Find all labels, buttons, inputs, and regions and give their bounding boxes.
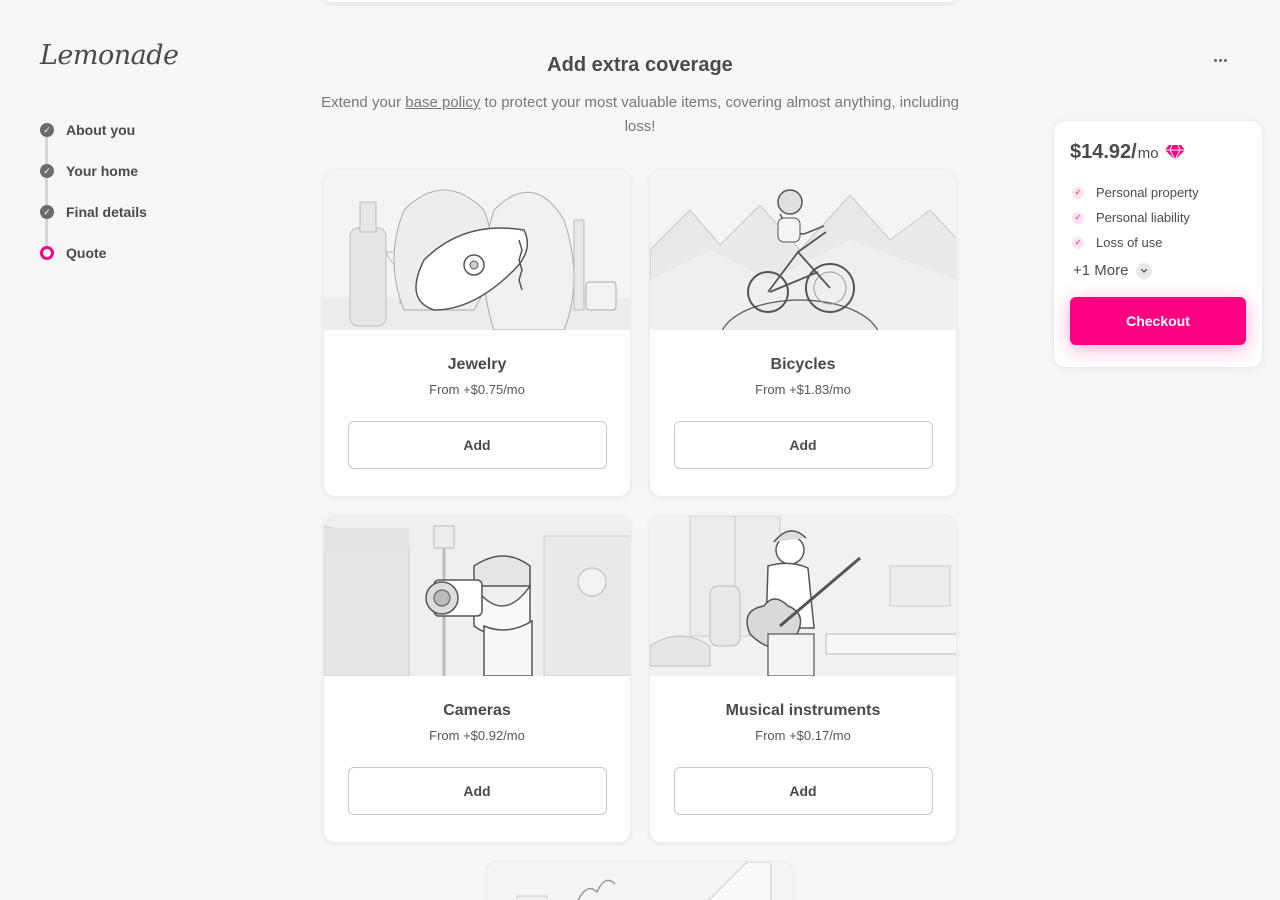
chevron-down-icon: [1136, 262, 1153, 279]
coverage-item: ✓ Personal property: [1070, 180, 1246, 205]
coverage-list: ✓ Personal property ✓ Personal liability…: [1070, 180, 1246, 255]
coverage-grid: Jewelry From +$0.75/mo Add Bicycles From…: [323, 169, 957, 843]
check-icon: ✓: [1072, 236, 1084, 249]
base-policy-link[interactable]: base policy: [405, 94, 480, 111]
plant-illustration: [487, 862, 793, 900]
coverage-item-label: Personal property: [1096, 185, 1199, 200]
add-musical-instruments-button[interactable]: Add: [673, 767, 933, 815]
more-label: +1 More: [1073, 262, 1129, 279]
add-bicycles-button[interactable]: Add: [673, 421, 933, 469]
quote-period: mo: [1137, 145, 1159, 162]
diamond-icon: [1164, 144, 1185, 160]
card-title: Jewelry: [447, 356, 507, 373]
step-your-home[interactable]: ✓ Your home: [40, 159, 147, 200]
card-price: From +$0.92/mo: [429, 728, 525, 743]
bicycle-illustration: [650, 170, 956, 330]
add-jewelry-button[interactable]: Add: [347, 421, 607, 469]
subtitle-text: to protect your most valuable items, cov…: [480, 94, 959, 135]
page-title: Add extra coverage: [547, 54, 733, 76]
previous-card-edge: [322, 0, 958, 2]
step-final-details[interactable]: ✓ Final details: [40, 200, 147, 241]
coverage-card-bicycles: Bicycles From +$1.83/mo Add: [649, 169, 957, 497]
card-price: From +$0.75/mo: [429, 382, 525, 397]
card-price: From +$0.17/mo: [755, 728, 851, 743]
progress-steps: ✓ About you ✓ Your home ✓ Final details …: [40, 118, 147, 282]
page-subtitle: Extend your base policy to protect your …: [320, 91, 960, 139]
step-label: Quote: [66, 245, 107, 261]
check-icon: ✓: [40, 164, 54, 178]
coverage-card-jewelry: Jewelry From +$0.75/mo Add: [323, 169, 631, 497]
card-title: Musical instruments: [725, 702, 881, 719]
card-title: Bicycles: [770, 356, 836, 373]
show-more-toggle[interactable]: +1 More: [1073, 262, 1246, 279]
step-label: Final details: [66, 204, 147, 220]
jewelry-illustration: [324, 170, 630, 330]
check-icon: ✓: [1072, 211, 1084, 224]
card-price: From +$1.83/mo: [755, 382, 851, 397]
step-label: Your home: [66, 163, 139, 179]
lemonade-logo[interactable]: Lemonade: [40, 40, 179, 71]
checkout-button[interactable]: Checkout: [1070, 297, 1246, 345]
coverage-item: ✓ Personal liability: [1070, 205, 1246, 230]
coverage-card-musical-instruments: Musical instruments From +$0.17/mo Add: [649, 515, 957, 843]
check-icon: ✓: [40, 205, 54, 219]
guitar-illustration: [650, 516, 956, 676]
coverage-item: ✓ Loss of use: [1070, 230, 1246, 255]
step-quote[interactable]: Quote: [40, 241, 147, 282]
coverage-item-label: Loss of use: [1096, 235, 1163, 250]
check-icon: ✓: [40, 123, 54, 137]
step-about-you[interactable]: ✓ About you: [40, 118, 147, 159]
quote-summary: $14.92/ mo ✓ Personal property ✓ Persona…: [1053, 120, 1263, 368]
subtitle-text: Extend your: [321, 94, 406, 111]
camera-illustration: [324, 516, 630, 676]
step-label: About you: [66, 122, 136, 138]
check-icon: ✓: [1072, 186, 1084, 199]
active-step-icon: [40, 246, 54, 260]
coverage-item-label: Personal liability: [1096, 210, 1190, 225]
more-options-icon[interactable]: [1206, 52, 1234, 68]
card-title: Cameras: [443, 702, 511, 719]
coverage-card-next: [486, 861, 794, 900]
quote-price: $14.92/ mo: [1070, 141, 1246, 164]
quote-amount: $14.92/: [1070, 141, 1137, 163]
add-cameras-button[interactable]: Add: [347, 767, 607, 815]
coverage-card-cameras: Cameras From +$0.92/mo Add: [323, 515, 631, 843]
